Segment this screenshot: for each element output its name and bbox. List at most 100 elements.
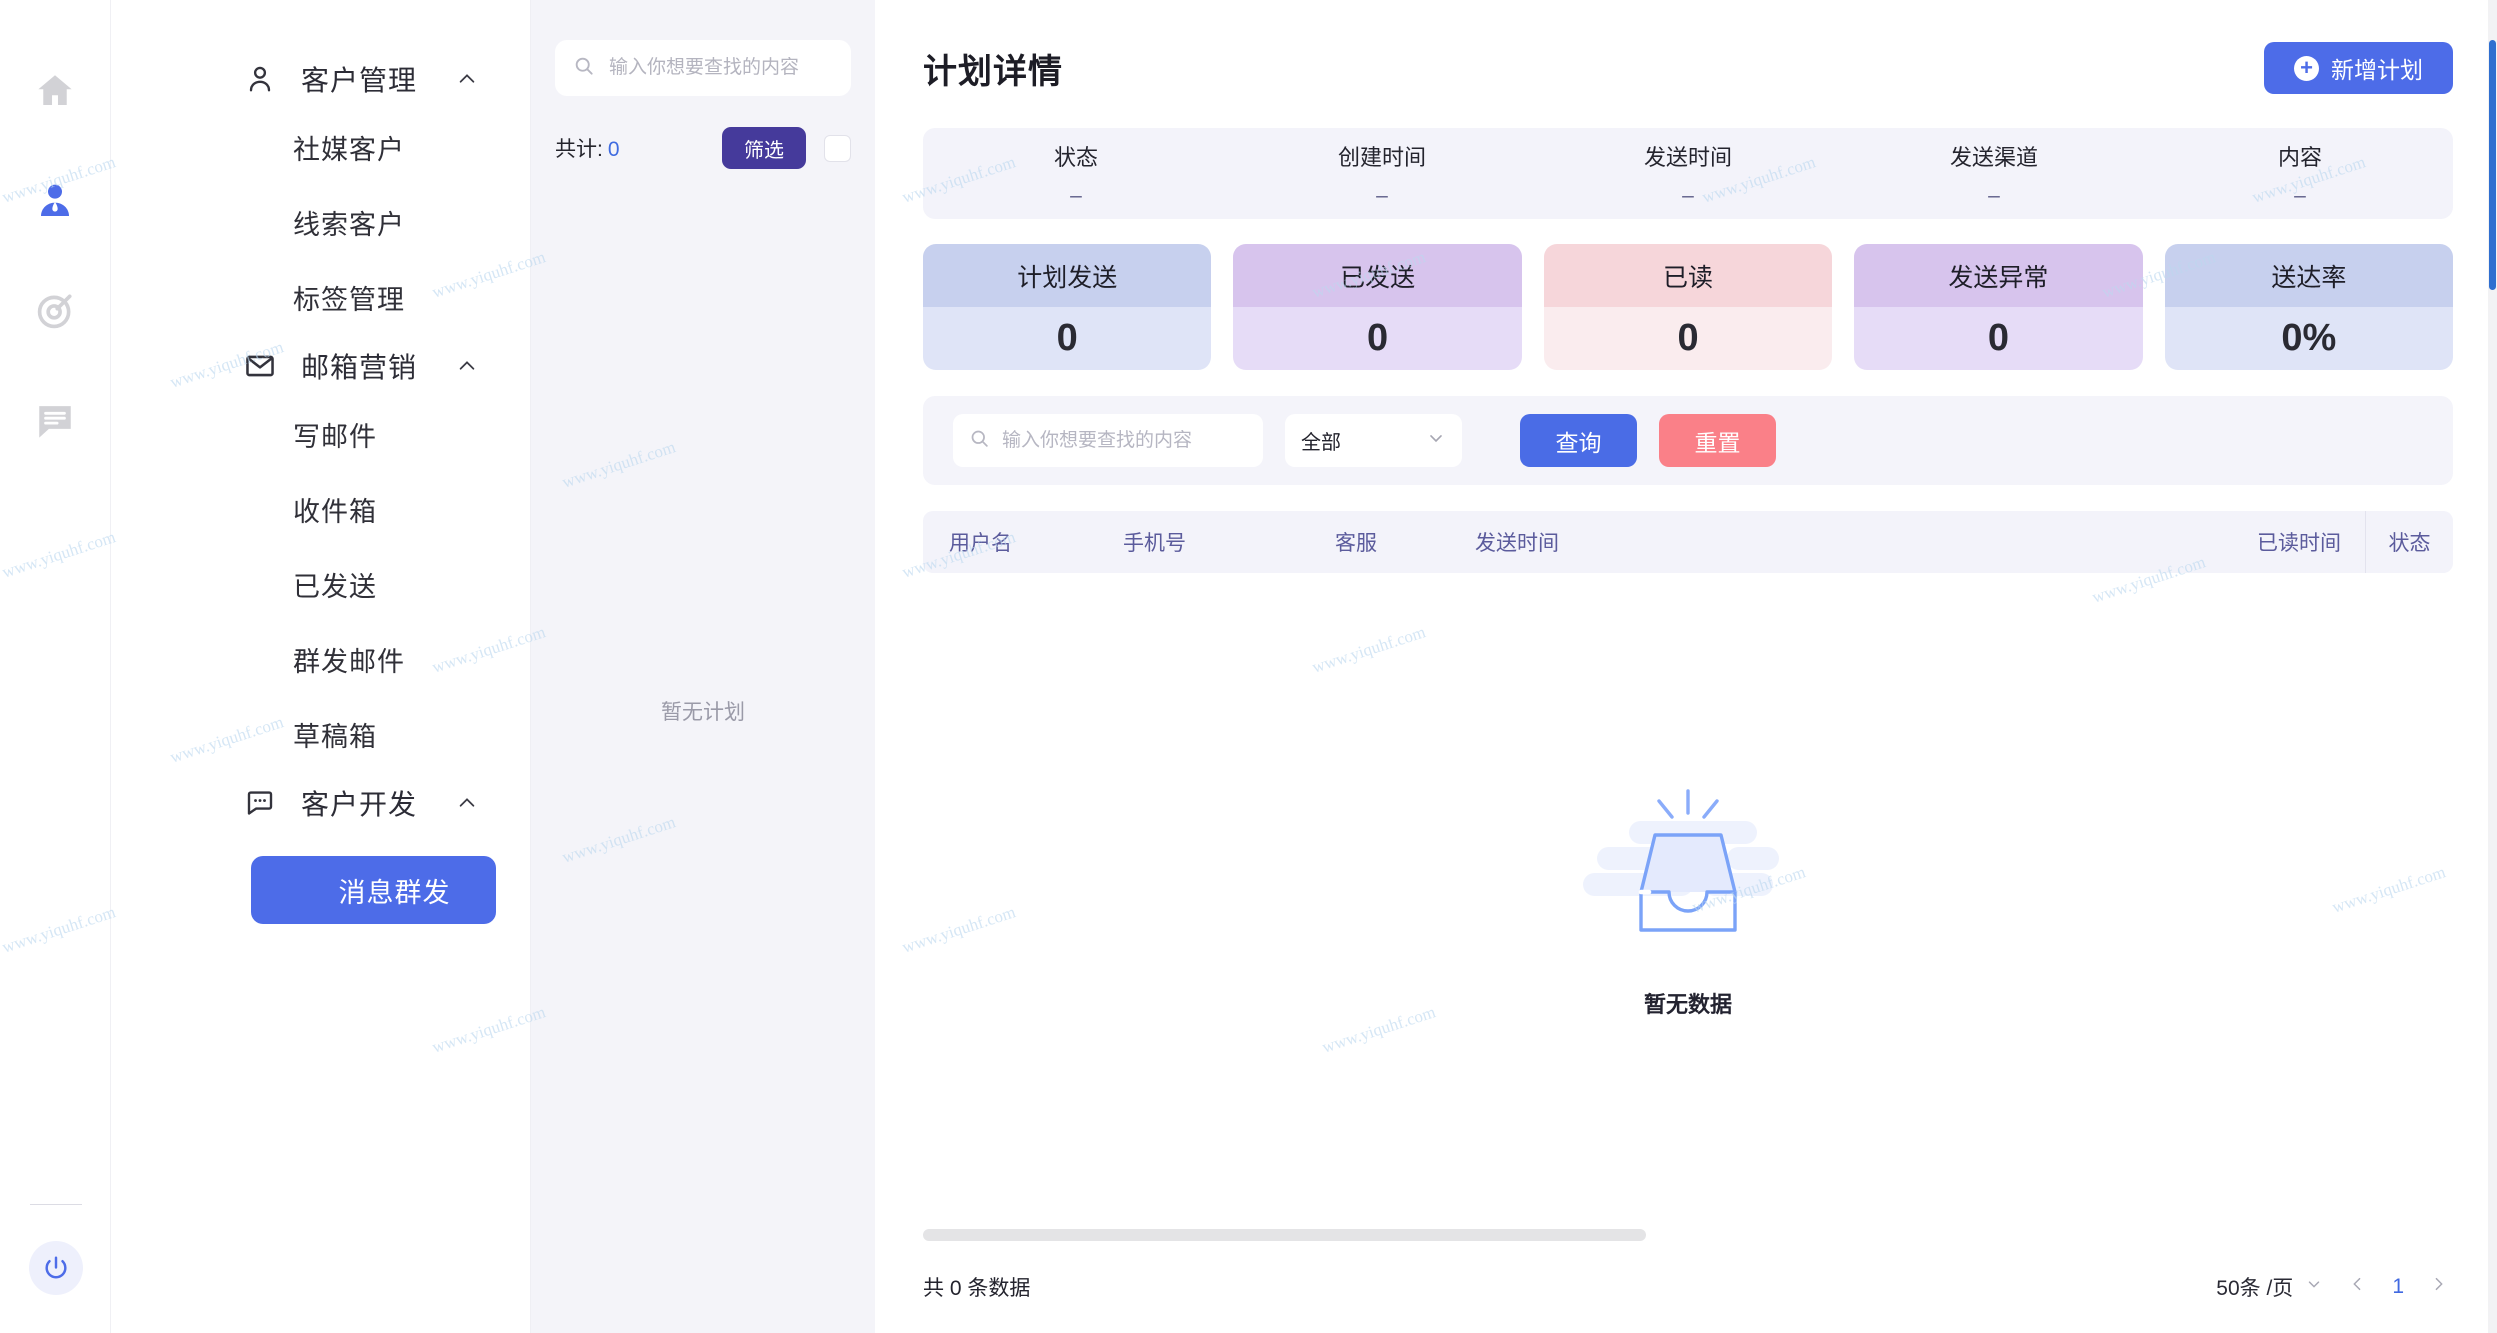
column-header-phone[interactable]: 手机号 [1123,511,1335,573]
nav-group-customer-development[interactable]: 客户开发 [111,772,530,834]
sidebar-item-message-broadcast[interactable]: 消息群发 [251,856,496,924]
info-cell-send-time: 发送时间 – [1535,140,1841,208]
plan-meta-row: 共计: 0 筛选 [555,127,851,169]
stat-card-send-error: 发送异常 0 [1854,244,2143,370]
record-search-input[interactable] [1002,429,1247,452]
sidebar-item-drafts[interactable]: 草稿箱 [111,697,530,772]
info-cell-create-time: 创建时间 – [1229,140,1535,208]
chevron-up-icon[interactable] [456,792,478,814]
target-icon[interactable] [26,282,84,340]
plan-total-value: 0 [607,138,620,161]
add-plan-label: 新增计划 [2331,57,2423,83]
power-icon[interactable] [29,1241,83,1295]
stat-label: 已发送 [1233,244,1522,307]
filter-button[interactable]: 筛选 [722,127,806,169]
nav-group-label: 邮箱营销 [301,352,418,383]
page-number-1[interactable]: 1 [2392,1275,2404,1299]
stat-value: 0% [2164,307,2454,370]
sidebar-item-tag-management[interactable]: 标签管理 [111,260,530,335]
stat-value: 0 [1854,307,2143,370]
stat-label: 送达率 [2164,244,2454,307]
plus-icon: + [2294,55,2319,81]
plan-info-bar: 状态 – 创建时间 – 发送时间 – 发送渠道 – 内容 – [923,128,2453,219]
filter-toolbar: 全部 查询 重置 [923,396,2453,485]
table-empty-state: 暂无数据 [923,573,2453,1209]
customer-icon[interactable] [26,172,84,230]
record-search-box[interactable] [953,414,1263,467]
sidebar-nav: 客户管理 社媒客户 线索客户 标签管理 邮箱营销 写邮件 收件箱 已发送 群发邮… [111,0,531,1333]
info-cell-status: 状态 – [923,140,1229,208]
info-cell-content: 内容 – [2147,140,2453,208]
plan-search-box[interactable] [555,40,851,96]
sidebar-item-social-customer[interactable]: 社媒客户 [111,110,530,185]
select-all-checkbox[interactable] [824,134,851,162]
chevron-up-icon[interactable] [456,355,478,377]
home-icon[interactable] [26,62,84,120]
status-select[interactable]: 全部 [1285,414,1462,467]
plan-empty-state: 暂无计划 [661,701,745,724]
info-value: – [2294,183,2306,207]
page-size-select[interactable]: 50条 /页 [2216,1272,2323,1302]
search-icon [573,55,595,82]
empty-inbox-icon [1563,763,1813,973]
total-records-text: 共 0 条数据 [923,1277,1031,1300]
sidebar-item-sent[interactable]: 已发送 [111,547,530,622]
info-value: – [1988,183,2000,207]
nav-group-label: 客户开发 [301,789,418,820]
add-plan-button[interactable]: + 新增计划 [2264,42,2453,94]
scrollbar-thumb[interactable] [2489,40,2496,290]
user-icon [243,62,277,96]
chevron-up-icon[interactable] [456,68,478,90]
stat-label: 已读 [1543,244,1833,307]
info-value: – [1682,183,1694,207]
search-icon [969,428,990,454]
page-scrollbar[interactable] [2488,0,2497,1333]
chevron-down-icon [1426,428,1446,454]
stat-card-delivery-rate: 送达率 0% [2164,244,2454,370]
table-footer: 共 0 条数据 50条 /页 1 [923,1241,2453,1333]
prev-page-button[interactable] [2343,1273,2372,1301]
horizontal-scrollbar[interactable] [923,1229,1646,1241]
main-content: 计划详情 + 新增计划 状态 – 创建时间 – 发送时间 – 发送渠道 – 内容… [875,0,2497,1333]
info-label: 发送渠道 [1949,144,2038,170]
stat-label: 计划发送 [923,244,1212,307]
chat-icon[interactable] [26,392,84,450]
rail-divider [30,1204,82,1205]
page-size-value: 50条 /页 [2216,1277,2294,1300]
page-title: 计划详情 [923,52,1063,91]
reset-button[interactable]: 重置 [1659,414,1776,467]
table-header: 用户名 手机号 客服 发送时间 已读时间 状态 [923,511,2453,573]
info-label: 发送时间 [1643,144,1732,170]
status-select-value: 全部 [1301,432,1341,454]
column-header-status[interactable]: 状态 [2365,511,2453,573]
info-label: 状态 [1053,144,1098,170]
stat-value: 0 [923,307,1212,370]
stat-card-read: 已读 0 [1543,244,1833,370]
sidebar-item-lead-customer[interactable]: 线索客户 [111,185,530,260]
nav-group-email-marketing[interactable]: 邮箱营销 [111,335,530,397]
column-header-agent[interactable]: 客服 [1335,511,1475,573]
info-value: – [1070,183,1082,207]
nav-group-label: 客户管理 [301,65,418,96]
column-header-send-time[interactable]: 发送时间 [1475,511,1855,573]
info-label: 内容 [2277,144,2322,170]
column-header-username[interactable]: 用户名 [923,511,1123,573]
plan-search-input[interactable] [609,57,833,79]
chevron-down-icon [2305,1275,2323,1299]
pagination: 50条 /页 1 [2216,1272,2453,1302]
stat-label: 发送异常 [1854,244,2143,307]
stat-cards: 计划发送 0 已发送 0 已读 0 发送异常 0 送达率 0% [923,244,2454,370]
sidebar-item-compose-mail[interactable]: 写邮件 [111,397,530,472]
stat-card-sent: 已发送 0 [1233,244,1522,370]
info-value: – [1376,183,1388,207]
info-label: 创建时间 [1337,144,1426,170]
query-button[interactable]: 查询 [1520,414,1637,467]
sidebar-item-inbox[interactable]: 收件箱 [111,472,530,547]
sidebar-item-bulk-mail[interactable]: 群发邮件 [111,622,530,697]
app-root: 客户管理 社媒客户 线索客户 标签管理 邮箱营销 写邮件 收件箱 已发送 群发邮… [0,0,2497,1333]
next-page-button[interactable] [2424,1273,2453,1301]
stat-value: 0 [1233,307,1522,370]
column-header-read-time[interactable]: 已读时间 [1855,511,2365,573]
nav-group-customer-management[interactable]: 客户管理 [111,48,530,110]
